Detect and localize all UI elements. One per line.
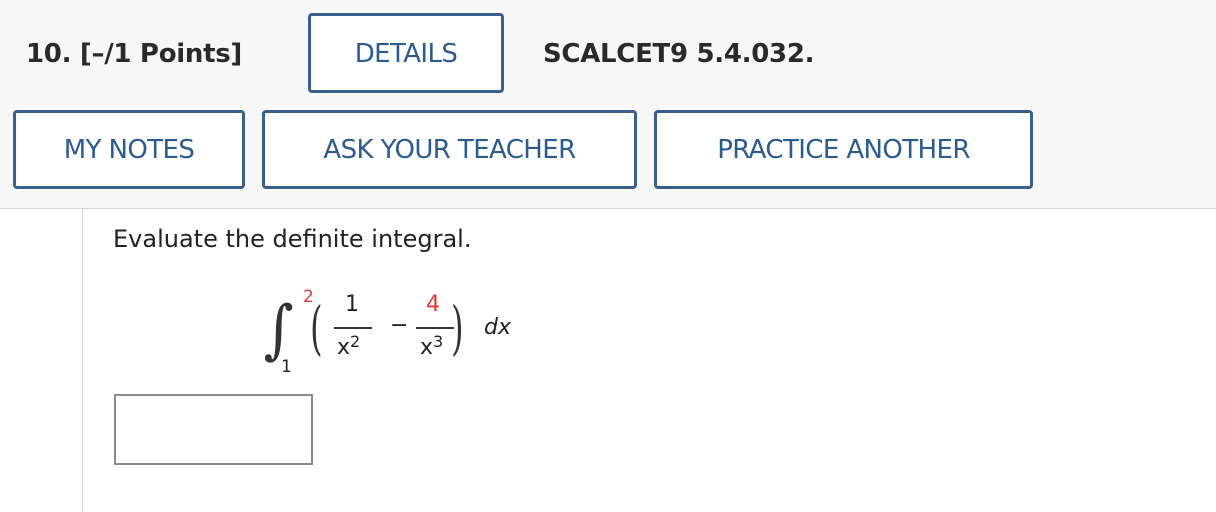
minus-operator: − [390, 313, 409, 338]
details-button[interactable]: DETAILS [308, 13, 504, 93]
integral-sign-icon: ∫ [263, 293, 294, 367]
term2-denominator: x3 [420, 332, 444, 360]
content-left-rule [82, 208, 83, 512]
question-number-points: 10. [–/1 Points] [26, 39, 242, 69]
term2-numerator: 4 [426, 292, 440, 317]
term1-fraction-bar [334, 327, 372, 329]
integral-upper-limit: 2 [303, 287, 314, 307]
question-reference: SCALCET9 5.4.032. [543, 39, 815, 69]
left-paren: ( [310, 294, 323, 362]
my-notes-button[interactable]: MY NOTES [13, 110, 245, 189]
ask-your-teacher-button[interactable]: ASK YOUR TEACHER [262, 110, 637, 189]
integral-lower-limit: 1 [281, 357, 292, 377]
practice-another-button[interactable]: PRACTICE ANOTHER [654, 110, 1033, 189]
term2-fraction-bar [416, 327, 454, 329]
right-paren: ) [451, 294, 464, 362]
term1-denominator: x2 [337, 332, 361, 360]
answer-input[interactable] [114, 394, 313, 465]
problem-prompt: Evaluate the definite integral. [113, 225, 472, 253]
term1-numerator: 1 [345, 292, 359, 317]
differential: dx [484, 315, 511, 340]
